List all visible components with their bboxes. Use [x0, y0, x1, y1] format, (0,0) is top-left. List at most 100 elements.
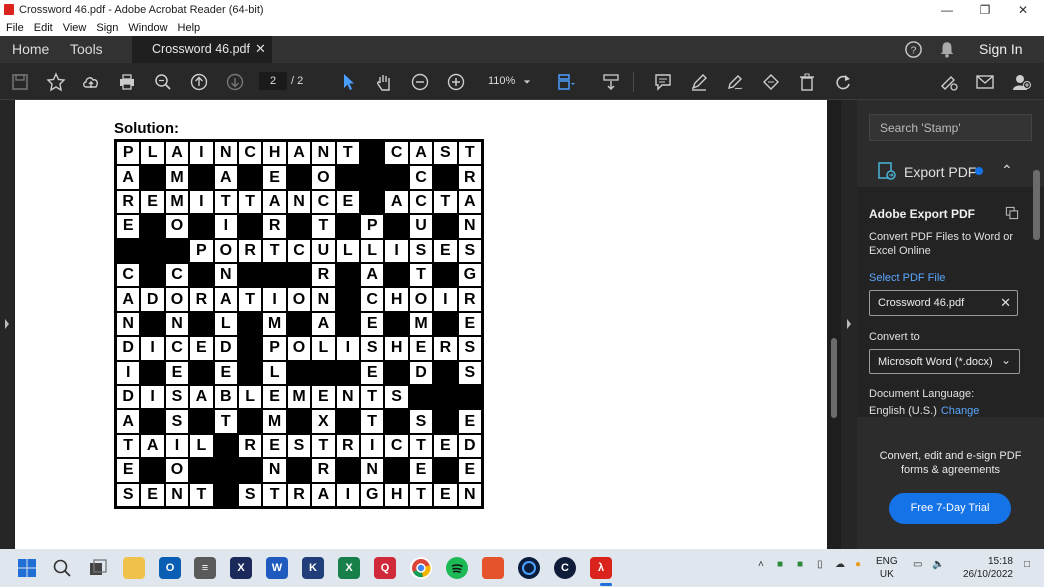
- previous-page-icon[interactable]: [188, 71, 210, 93]
- search-icon[interactable]: [51, 557, 73, 579]
- crossword-letter-cell: G: [457, 262, 482, 288]
- crossword-letter-cell: N: [164, 311, 190, 337]
- spotify-icon[interactable]: [446, 557, 468, 579]
- battery-icon[interactable]: ▯: [817, 559, 823, 570]
- sign-pen-icon[interactable]: [724, 71, 746, 93]
- excel-icon[interactable]: X: [338, 557, 360, 579]
- q-app-icon[interactable]: Q: [374, 557, 396, 579]
- close-window-button[interactable]: ✕: [1006, 0, 1040, 19]
- promo-text: Convert, edit and e-sign PDF forms & agr…: [879, 450, 1022, 476]
- acrobat-taskbar-icon[interactable]: λ: [590, 557, 612, 579]
- change-language-link[interactable]: Change: [941, 405, 980, 417]
- c-app-icon[interactable]: C: [554, 557, 576, 579]
- collapse-chevron-up-icon[interactable]: ⌃: [1001, 162, 1013, 179]
- star-icon[interactable]: [45, 71, 67, 93]
- email-icon[interactable]: [974, 71, 996, 93]
- sign-in-button[interactable]: Sign In: [979, 41, 1023, 57]
- crossword-letter-cell: R: [457, 287, 482, 312]
- convert-to-select[interactable]: Microsoft Word (*.docx) ⌄: [869, 349, 1020, 374]
- zoom-out-icon[interactable]: [409, 71, 431, 93]
- chrome-icon[interactable]: [410, 557, 432, 579]
- task-view-icon[interactable]: [87, 557, 109, 579]
- upload-cloud-icon[interactable]: [80, 71, 102, 93]
- zoom-dropdown-chevron-icon[interactable]: [519, 71, 535, 93]
- select-cursor-icon[interactable]: [338, 71, 360, 93]
- left-pane-toggle[interactable]: [0, 100, 14, 549]
- file-explorer-icon[interactable]: [123, 557, 145, 579]
- word-icon[interactable]: W: [266, 557, 288, 579]
- menu-window[interactable]: Window: [128, 22, 167, 34]
- save-icon[interactable]: [9, 71, 31, 93]
- crossword-letter-cell: E: [164, 360, 190, 385]
- page-scrollbar[interactable]: [827, 100, 841, 549]
- crossword-letter-cell: E: [433, 482, 458, 507]
- close-tab-icon[interactable]: ✕: [255, 41, 266, 57]
- selected-file-field[interactable]: Crossword 46.pdf ✕: [869, 290, 1018, 316]
- crossword-letter-cell: T: [359, 384, 385, 410]
- crossword-letter-cell: T: [213, 189, 238, 215]
- copy-icon[interactable]: [1005, 206, 1019, 225]
- tray-expand-chevron-icon[interactable]: ˄: [758, 559, 764, 570]
- free-trial-button[interactable]: Free 7-Day Trial: [889, 493, 1011, 524]
- menu-edit[interactable]: Edit: [34, 22, 53, 34]
- add-user-icon[interactable]: [1010, 71, 1032, 93]
- crossword-letter-cell: S: [237, 482, 263, 507]
- menu-help[interactable]: Help: [178, 22, 201, 34]
- media-app-icon[interactable]: [518, 557, 540, 579]
- stamp-icon[interactable]: [760, 71, 782, 93]
- zoom-in-icon[interactable]: [445, 71, 467, 93]
- system-clock[interactable]: 15:18 26/10/2022: [955, 555, 1013, 581]
- print-icon[interactable]: [116, 71, 138, 93]
- network-icon[interactable]: ▭: [913, 559, 922, 570]
- language-indicator[interactable]: ENG UK: [876, 555, 898, 581]
- minimize-button[interactable]: —: [930, 0, 964, 19]
- crossword-black-cell: [140, 165, 165, 190]
- page-scrollbar-thumb[interactable]: [831, 338, 837, 418]
- highlight-pen-icon[interactable]: [688, 71, 710, 93]
- zoom-search-icon[interactable]: [152, 71, 174, 93]
- notifications-icon[interactable]: □: [1024, 559, 1030, 570]
- menu-sign[interactable]: Sign: [96, 22, 118, 34]
- cloud-icon[interactable]: ☁: [835, 559, 845, 570]
- windows-start-icon[interactable]: [16, 557, 38, 579]
- calculator-icon[interactable]: ≡: [194, 557, 216, 579]
- bell-icon[interactable]: [938, 40, 956, 64]
- delete-trash-icon[interactable]: [796, 71, 818, 93]
- page-number-input[interactable]: 2: [259, 72, 287, 90]
- export-pdf-header[interactable]: Export PDF ⌃: [857, 155, 1044, 185]
- weather-icon[interactable]: ●: [855, 559, 861, 570]
- restore-button[interactable]: ❐: [968, 0, 1002, 19]
- outlook-icon[interactable]: O: [159, 557, 181, 579]
- menu-file[interactable]: File: [6, 22, 24, 34]
- comment-icon[interactable]: [652, 71, 674, 93]
- crossword-letter-cell: N: [286, 189, 312, 215]
- tab-document[interactable]: Crossword 46.pdf ✕: [132, 36, 272, 63]
- panel-scrollbar-thumb[interactable]: [1033, 170, 1040, 240]
- zoom-level-select[interactable]: 110%: [488, 75, 515, 87]
- hand-tool-icon[interactable]: [373, 71, 395, 93]
- right-pane-toggle[interactable]: [841, 100, 857, 549]
- crossword-letter-cell: A: [262, 189, 287, 215]
- crossword-letter-cell: A: [311, 482, 336, 507]
- page-display-icon[interactable]: [555, 71, 577, 93]
- redo-rotate-icon[interactable]: [832, 71, 854, 93]
- crossword-black-cell: [213, 433, 238, 459]
- x-app-icon[interactable]: X: [230, 557, 252, 579]
- tab-tools[interactable]: Tools: [70, 41, 103, 57]
- keyboard-scroll-icon[interactable]: [600, 71, 622, 93]
- menu-view[interactable]: View: [63, 22, 87, 34]
- crossword-letter-cell: D: [457, 433, 482, 459]
- tray-app-icon[interactable]: ■: [777, 559, 783, 570]
- select-pdf-file-link[interactable]: Select PDF File: [869, 272, 945, 284]
- crossword-black-cell: [140, 262, 165, 288]
- tab-home[interactable]: Home: [12, 41, 49, 57]
- tray-app-2-icon[interactable]: ■: [797, 559, 803, 570]
- office-icon[interactable]: [482, 557, 504, 579]
- tools-search-input[interactable]: Search 'Stamp': [869, 114, 1032, 141]
- help-icon[interactable]: ?: [904, 40, 923, 64]
- k-app-icon[interactable]: K: [302, 557, 324, 579]
- next-page-icon[interactable]: [224, 71, 246, 93]
- share-link-icon[interactable]: [938, 71, 960, 93]
- volume-icon[interactable]: 🔈: [932, 559, 944, 570]
- clear-file-icon[interactable]: ✕: [1000, 295, 1011, 311]
